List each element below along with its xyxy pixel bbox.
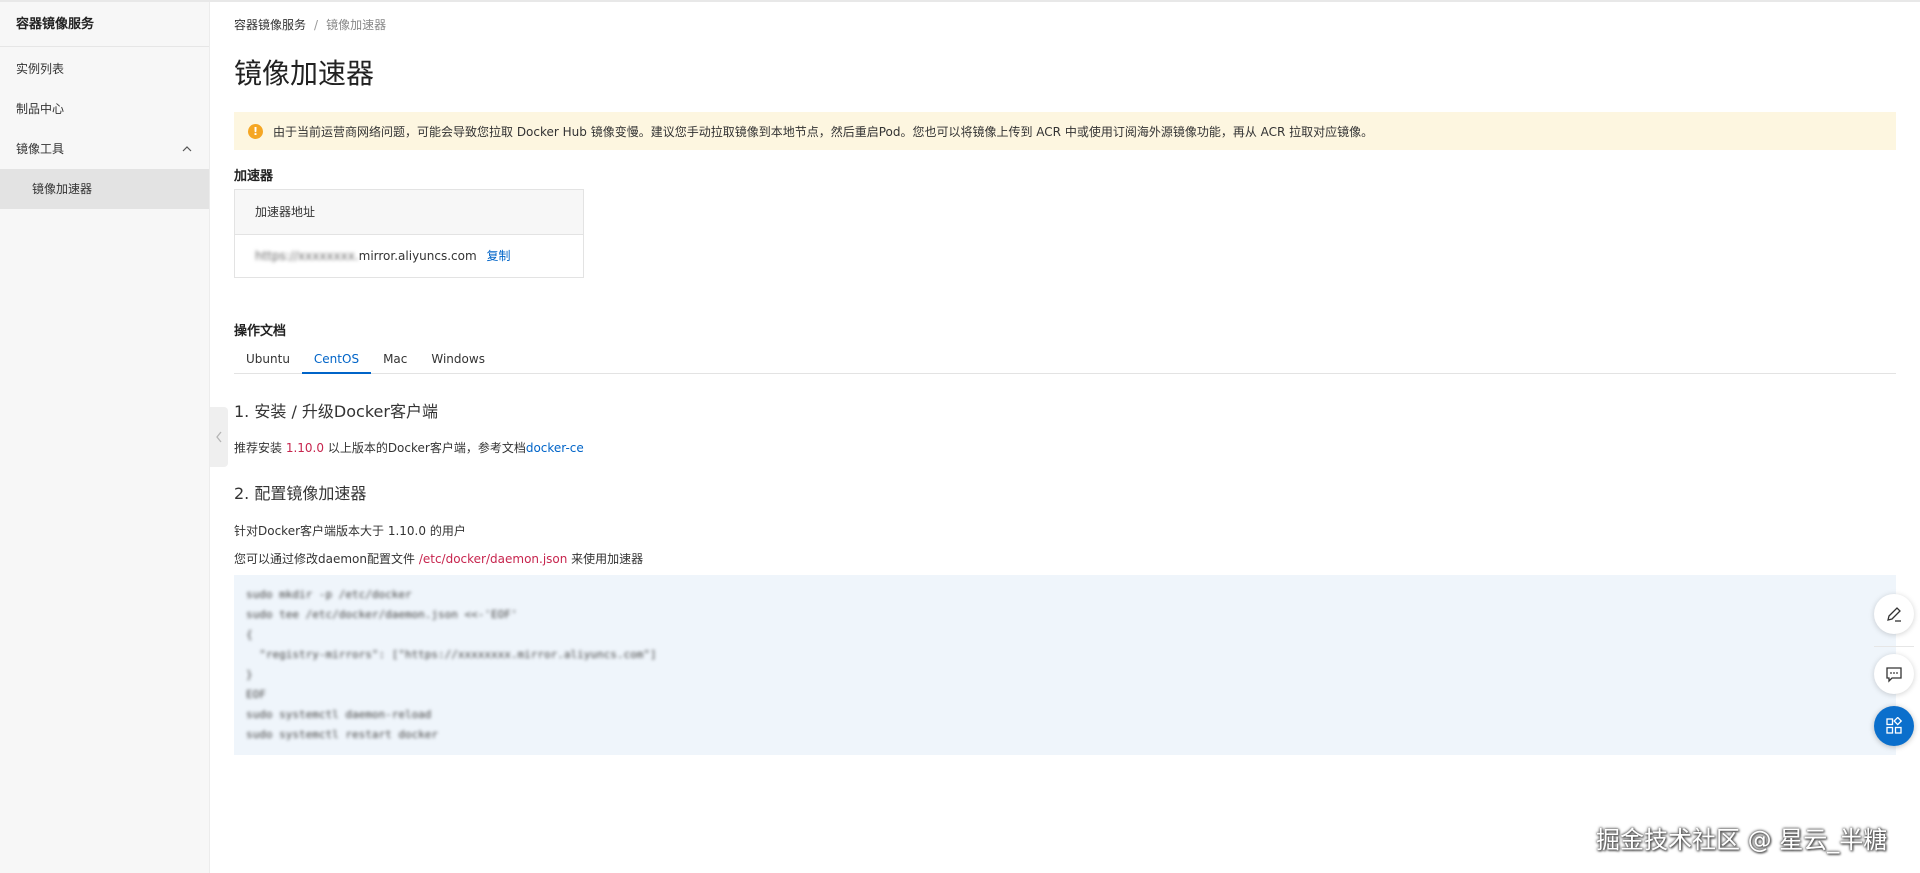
code-line: EOF <box>246 688 266 701</box>
code-line: sudo mkdir -p /etc/docker <box>246 588 412 601</box>
code-line: sudo tee /etc/docker/daemon.json <<-'EOF… <box>246 608 518 621</box>
step1-text-before: 推荐安装 <box>234 441 286 455</box>
step2-line2-before: 您可以通过修改daemon配置文件 <box>234 552 419 566</box>
sidebar-collapse-handle[interactable] <box>210 407 228 467</box>
sidebar-item-instances[interactable]: 实例列表 <box>0 49 209 89</box>
accelerator-address-row: https://xxxxxxxx.mirror.aliyuncs.com 复制 <box>235 235 583 277</box>
breadcrumb-current: 镜像加速器 <box>326 18 387 32</box>
step1-version: 1.10.0 <box>285 441 324 455</box>
breadcrumb-root[interactable]: 容器镜像服务 <box>234 18 306 32</box>
top-border <box>0 0 1920 2</box>
accelerator-section-title: 加速器 <box>234 169 274 184</box>
docker-ce-link[interactable]: docker-ce <box>526 441 584 455</box>
code-block[interactable]: sudo mkdir -p /etc/docker sudo tee /etc/… <box>234 575 1896 755</box>
chevron-left-icon <box>216 431 222 443</box>
accelerator-table: 加速器地址 https://xxxxxxxx.mirror.aliyuncs.c… <box>234 189 584 278</box>
sidebar-item-artifacts[interactable]: 制品中心 <box>0 89 209 129</box>
docs-section-title: 操作文档 <box>234 324 287 339</box>
code-line: } <box>246 668 253 681</box>
divider <box>1874 646 1914 647</box>
chevron-up-icon <box>182 146 192 152</box>
warning-icon: ! <box>248 123 263 139</box>
warning-notice: ! 由于当前运营商网络问题，可能会导致您拉取 Docker Hub 镜像变慢。建… <box>234 112 1896 150</box>
edit-button[interactable] <box>1874 594 1914 634</box>
apps-icon <box>1886 717 1903 734</box>
watermark: 掘金技术社区 @ 星云_半糖 <box>1596 826 1888 854</box>
step1-heading: 1. 安装 / 升级Docker客户端 <box>234 402 438 421</box>
tab-centos[interactable]: CentOS <box>301 344 372 374</box>
page-title: 镜像加速器 <box>234 57 375 90</box>
apps-button[interactable] <box>1874 706 1914 746</box>
sidebar-item-image-accelerator[interactable]: 镜像加速器 <box>0 169 209 209</box>
sidebar-item-image-tools[interactable]: 镜像工具 <box>0 129 209 169</box>
breadcrumb-separator: / <box>314 18 319 32</box>
code-line: { <box>246 628 253 641</box>
chat-icon <box>1886 667 1902 683</box>
tab-mac[interactable]: Mac <box>371 344 419 373</box>
accelerator-address-prefix: https://xxxxxxxx. <box>255 249 359 263</box>
accelerator-address-domain: mirror.aliyuncs.com <box>358 249 477 263</box>
sidebar-item-label: 镜像工具 <box>16 142 65 156</box>
accelerator-address-header: 加速器地址 <box>235 190 583 235</box>
code-line: sudo systemctl restart docker <box>246 728 439 741</box>
step1-text-middle: 以上版本的Docker客户端，参考文档 <box>324 441 526 455</box>
step2-heading: 2. 配置镜像加速器 <box>234 484 367 503</box>
step2-line1: 针对Docker客户端版本大于 1.10.0 的用户 <box>234 524 466 538</box>
step2-line2-after: 来使用加速器 <box>567 552 644 566</box>
feedback-button[interactable] <box>1874 654 1914 694</box>
step1-text: 推荐安装 1.10.0 以上版本的Docker客户端，参考文档docker-ce <box>234 439 584 456</box>
code-line: sudo systemctl daemon-reload <box>246 708 432 721</box>
tab-ubuntu[interactable]: Ubuntu <box>234 344 302 373</box>
edit-icon <box>1887 607 1901 622</box>
notice-text: 由于当前运营商网络问题，可能会导致您拉取 Docker Hub 镜像变慢。建议您… <box>273 124 1374 139</box>
code-line: "registry-mirrors": ["https://xxxxxxxx.m… <box>246 648 657 661</box>
copy-link[interactable]: 复制 <box>487 249 511 263</box>
sidebar: 容器镜像服务 实例列表 制品中心 镜像工具 镜像加速器 <box>0 2 210 873</box>
sidebar-title: 容器镜像服务 <box>0 2 209 47</box>
step2-line2: 您可以通过修改daemon配置文件 /etc/docker/daemon.jso… <box>234 550 643 567</box>
os-tabs: Ubuntu CentOS Mac Windows <box>234 344 1896 374</box>
breadcrumb: 容器镜像服务 / 镜像加速器 <box>234 16 386 33</box>
daemon-json-path: /etc/docker/daemon.json <box>418 552 568 566</box>
tab-windows[interactable]: Windows <box>419 344 497 373</box>
